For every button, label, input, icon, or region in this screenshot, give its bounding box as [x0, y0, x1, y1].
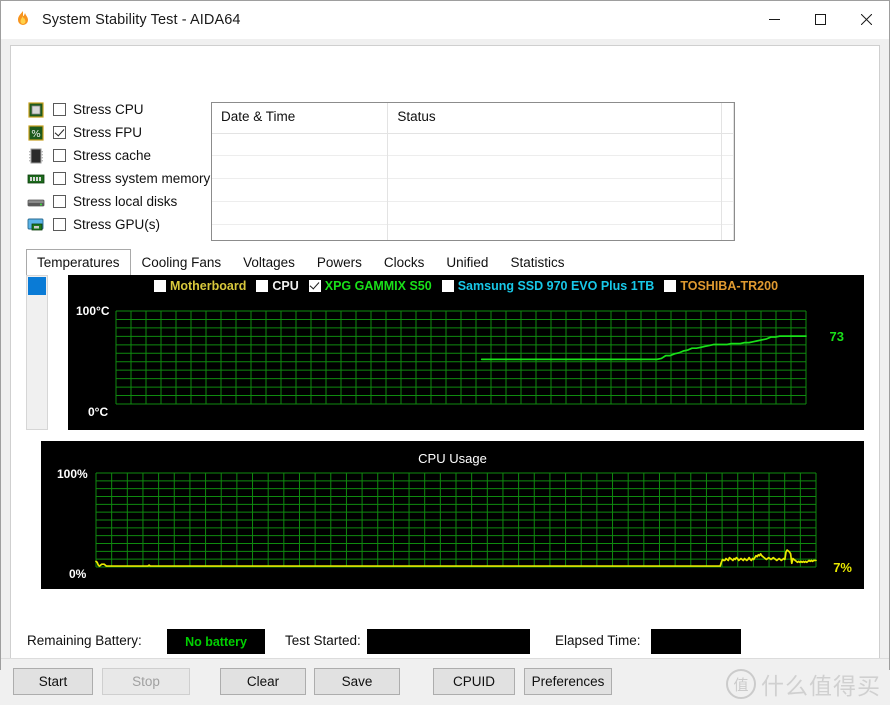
- graph-tabs: Temperatures Cooling Fans Voltages Power…: [26, 248, 864, 276]
- window-controls: [751, 1, 889, 38]
- elapsed-time-label: Elapsed Time:: [555, 633, 641, 648]
- preferences-button[interactable]: Preferences: [524, 668, 612, 695]
- stress-cpu-checkbox[interactable]: [53, 103, 66, 116]
- site-watermark: 值 什么值得买: [726, 667, 881, 701]
- stress-option-cache[interactable]: Stress cache: [27, 144, 210, 167]
- button-bar: Start Stop Clear Save CPUID Preferences …: [1, 658, 889, 705]
- stress-option-gpu[interactable]: Stress GPU(s): [27, 213, 210, 236]
- scrollbar-thumb[interactable]: [28, 277, 46, 295]
- temperature-graph-panel: Motherboard CPU XPG GAMMIX S50 Samsung SSD …: [68, 275, 864, 430]
- test-started-label: Test Started:: [285, 633, 361, 648]
- cpuid-button[interactable]: CPUID: [433, 668, 515, 695]
- stress-gpu-label: Stress GPU(s): [73, 217, 161, 232]
- column-spacer: [722, 103, 734, 240]
- start-button[interactable]: Start: [13, 668, 93, 695]
- temperature-axis-bottom-label: 0°C: [88, 405, 109, 419]
- temperature-chart: [115, 310, 807, 405]
- stress-option-fpu[interactable]: % Stress FPU: [27, 121, 210, 144]
- cache-icon: [27, 148, 45, 164]
- cpu-usage-current-value: 7%: [833, 560, 852, 575]
- aida64-stability-window: System Stability Test - AIDA64 Stress CP…: [0, 0, 890, 705]
- title-bar: System Stability Test - AIDA64: [1, 1, 889, 39]
- stress-option-disks[interactable]: Stress local disks: [27, 190, 210, 213]
- close-button[interactable]: [843, 1, 889, 38]
- stress-memory-label: Stress system memory: [73, 171, 211, 186]
- stop-button[interactable]: Stop: [102, 668, 190, 695]
- minimize-button[interactable]: [751, 1, 797, 38]
- stress-disks-checkbox[interactable]: [53, 195, 66, 208]
- event-log-header: Date & Time Status: [212, 103, 734, 240]
- event-log-list[interactable]: Date & Time Status: [211, 102, 735, 241]
- flame-icon: [13, 10, 33, 30]
- stress-memory-checkbox[interactable]: [53, 172, 66, 185]
- clear-button[interactable]: Clear: [220, 668, 306, 695]
- stress-fpu-checkbox[interactable]: [53, 126, 66, 139]
- fpu-chip-icon: %: [27, 124, 45, 141]
- watermark-text: 什么值得买: [761, 674, 881, 700]
- stress-gpu-checkbox[interactable]: [53, 218, 66, 231]
- cpu-chip-icon: [27, 101, 45, 118]
- window-title: System Stability Test - AIDA64: [42, 11, 241, 28]
- hard-disk-icon: [27, 194, 45, 210]
- remaining-battery-value: No battery: [167, 629, 265, 654]
- elapsed-time-value: [651, 629, 741, 654]
- tab-voltages[interactable]: Voltages: [232, 249, 306, 275]
- cpu-axis-bottom-label: 0%: [69, 567, 87, 581]
- temperature-current-value: 73: [829, 329, 844, 344]
- client-area: Stress CPU % Stress FPU Stress cache Str…: [1, 39, 889, 705]
- test-started-value: [367, 629, 530, 654]
- stress-option-cpu[interactable]: Stress CPU: [27, 98, 210, 121]
- maximize-button[interactable]: [797, 1, 843, 38]
- tab-cooling-fans[interactable]: Cooling Fans: [131, 249, 233, 275]
- save-button[interactable]: Save: [314, 668, 400, 695]
- gpu-monitor-icon: [27, 217, 45, 233]
- status-row: Remaining Battery: No battery Test Start…: [27, 629, 863, 655]
- temperature-axis-top-label: 100°C: [76, 304, 110, 318]
- svg-text:%: %: [31, 129, 41, 140]
- tab-unified[interactable]: Unified: [435, 249, 499, 275]
- stress-cache-label: Stress cache: [73, 148, 152, 163]
- remaining-battery-label: Remaining Battery:: [27, 633, 142, 648]
- column-date-time[interactable]: Date & Time: [212, 103, 389, 240]
- stress-option-memory[interactable]: Stress system memory: [27, 167, 210, 190]
- stress-disks-label: Stress local disks: [73, 194, 178, 209]
- tab-powers[interactable]: Powers: [306, 249, 373, 275]
- cpu-axis-top-label: 100%: [57, 467, 88, 481]
- stress-cpu-label: Stress CPU: [73, 102, 144, 117]
- watermark-logo-icon: 值: [726, 669, 756, 699]
- main-panel: Stress CPU % Stress FPU Stress cache Str…: [10, 45, 880, 663]
- cpu-usage-chart: [95, 472, 817, 568]
- temperature-scrollbar[interactable]: [26, 275, 48, 430]
- cpu-usage-graph-panel: CPU Usage 100% 0% 7%: [41, 441, 864, 589]
- graphs-area: Motherboard CPU XPG GAMMIX S50 Samsung SSD …: [26, 275, 864, 623]
- stress-options-group: Stress CPU % Stress FPU Stress cache Str…: [27, 98, 210, 236]
- stress-fpu-label: Stress FPU: [73, 125, 143, 140]
- tab-statistics[interactable]: Statistics: [499, 249, 575, 275]
- memory-module-icon: [27, 171, 45, 187]
- tab-clocks[interactable]: Clocks: [373, 249, 436, 275]
- stress-cache-checkbox[interactable]: [53, 149, 66, 162]
- tab-temperatures[interactable]: Temperatures: [26, 249, 131, 276]
- column-status[interactable]: Status: [388, 103, 723, 240]
